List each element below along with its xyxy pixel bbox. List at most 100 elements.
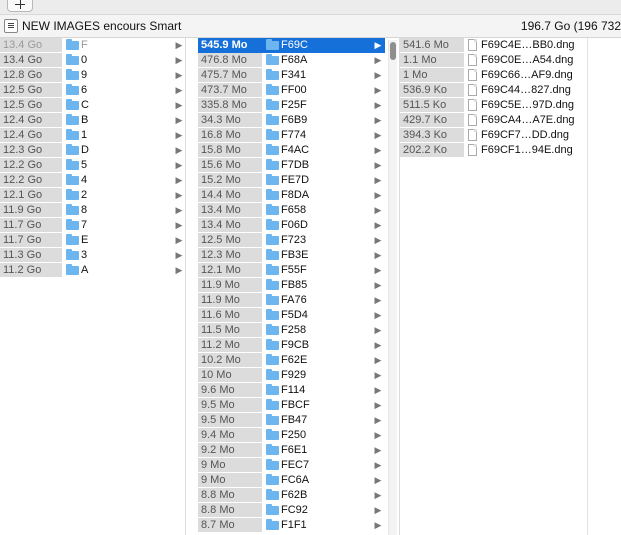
folder-row[interactable]: 11.9 Go 8 ▶ [0, 203, 185, 218]
item-name: 0 [81, 54, 88, 66]
chevron-right-icon: ▶ [374, 430, 382, 440]
folder-row[interactable]: 12.5 Go 6 ▶ [0, 83, 185, 98]
file-row[interactable]: 541.6 Mo F69C4E…BB0.dng [400, 38, 587, 53]
file-row[interactable]: 511.5 Ko F69C5E…97D.dng [400, 98, 587, 113]
folder-row[interactable]: 13.4 Mo F658 ▶ [198, 203, 385, 218]
folder-row[interactable]: 473.7 Mo FF00 ▶ [198, 83, 385, 98]
size-label: 8.8 Mo [198, 503, 262, 517]
folder-row[interactable]: 11.7 Go 7 ▶ [0, 218, 185, 233]
folder-row[interactable]: 34.3 Mo F6B9 ▶ [198, 113, 385, 128]
folder-row[interactable]: 12.5 Go C ▶ [0, 98, 185, 113]
folder-row[interactable]: 12.8 Go 9 ▶ [0, 68, 185, 83]
folder-row[interactable]: 10.2 Mo F62E ▶ [198, 353, 385, 368]
folder-row[interactable]: 335.8 Mo F25F ▶ [198, 98, 385, 113]
chevron-right-icon: ▶ [374, 295, 382, 305]
folder-row[interactable]: 11.5 Mo F258 ▶ [198, 323, 385, 338]
folder-icon [266, 264, 279, 275]
size-label: 9.2 Mo [198, 443, 262, 457]
folder-row[interactable]: 13.4 Go 0 ▶ [0, 53, 185, 68]
size-label: 11.9 Go [0, 203, 62, 217]
item-name: FB3E [281, 249, 309, 261]
file-row[interactable]: 1 Mo F69C66…AF9.dng [400, 68, 587, 83]
folder-row[interactable]: 9.5 Mo FBCF ▶ [198, 398, 385, 413]
folder-row[interactable]: 12.2 Go 5 ▶ [0, 158, 185, 173]
size-label: 476.8 Mo [198, 53, 262, 67]
column-2[interactable]: 545.9 Mo F69C ▶ 476.8 Mo F68A ▶ 475.7 Mo F341 ▶ 4… [198, 38, 385, 535]
folder-icon [266, 414, 279, 425]
size-label: 12.1 Mo [198, 263, 262, 277]
folder-row[interactable]: 15.6 Mo F7DB ▶ [198, 158, 385, 173]
folder-row[interactable]: 12.4 Go B ▶ [0, 113, 185, 128]
folder-row[interactable]: 12.1 Mo F55F ▶ [198, 263, 385, 278]
size-label: 12.1 Go [0, 188, 62, 202]
chevron-right-icon: ▶ [374, 175, 382, 185]
folder-row[interactable]: 13.4 Go F ▶ [0, 38, 185, 53]
folder-row[interactable]: 8.8 Mo F62B ▶ [198, 488, 385, 503]
chevron-right-icon: ▶ [374, 280, 382, 290]
folder-row[interactable]: 476.8 Mo F68A ▶ [198, 53, 385, 68]
chevron-right-icon: ▶ [175, 55, 183, 65]
folder-icon [66, 39, 79, 50]
folder-row[interactable]: 545.9 Mo F69C ▶ [198, 38, 385, 53]
size-label: 13.4 Go [0, 53, 62, 67]
file-name: F69C0E…A54.dng [481, 54, 574, 66]
chevron-right-icon: ▶ [374, 100, 382, 110]
file-row[interactable]: 429.7 Ko F69CA4…A7E.dng [400, 113, 587, 128]
folder-row[interactable]: 11.9 Mo FA76 ▶ [198, 293, 385, 308]
folder-row[interactable]: 9.5 Mo FB47 ▶ [198, 413, 385, 428]
column-3[interactable]: 541.6 Mo F69C4E…BB0.dng 1.1 Mo F69C0E…A54.d… [399, 38, 587, 535]
folder-row[interactable]: 12.5 Mo F723 ▶ [198, 233, 385, 248]
folder-row[interactable]: 8.8 Mo FC92 ▶ [198, 503, 385, 518]
item-name: FB47 [281, 414, 308, 426]
column-1[interactable]: 13.4 Go F ▶ 13.4 Go 0 ▶ 12.8 Go 9 ▶ 12.5 Go 6 ▶ 12.5… [0, 38, 186, 535]
item-name: F341 [281, 69, 307, 81]
folder-icon [266, 69, 279, 80]
folder-row[interactable]: 11.7 Go E ▶ [0, 233, 185, 248]
folder-row[interactable]: 12.3 Go D ▶ [0, 143, 185, 158]
folder-icon [66, 69, 79, 80]
folder-row[interactable]: 11.2 Mo F9CB ▶ [198, 338, 385, 353]
item-name: F [81, 39, 88, 51]
folder-row[interactable]: 12.3 Mo FB3E ▶ [198, 248, 385, 263]
folder-row[interactable]: 14.4 Mo F8DA ▶ [198, 188, 385, 203]
file-row[interactable]: 202.2 Ko F69CF1…94E.dng [400, 143, 587, 158]
folder-icon [266, 129, 279, 140]
folder-row[interactable]: 13.4 Mo F06D ▶ [198, 218, 385, 233]
item-name: F8DA [281, 189, 310, 201]
folder-row[interactable]: 9.2 Mo F6E1 ▶ [198, 443, 385, 458]
size-label: 12.2 Go [0, 173, 62, 187]
folder-row[interactable]: 12.2 Go 4 ▶ [0, 173, 185, 188]
folder-row[interactable]: 12.4 Go 1 ▶ [0, 128, 185, 143]
file-row[interactable]: 536.9 Ko F69C44…827.dng [400, 83, 587, 98]
folder-icon [266, 39, 279, 50]
document-icon [468, 69, 477, 81]
folder-row[interactable]: 10 Mo F929 ▶ [198, 368, 385, 383]
add-button[interactable] [7, 0, 33, 12]
folder-row[interactable]: 11.2 Go A ▶ [0, 263, 185, 278]
folder-row[interactable]: 11.3 Go 3 ▶ [0, 248, 185, 263]
scrollbar-thumb[interactable] [390, 42, 396, 60]
folder-row[interactable]: 9 Mo FC6A ▶ [198, 473, 385, 488]
folder-row[interactable]: 11.9 Mo FB85 ▶ [198, 278, 385, 293]
folder-row[interactable]: 15.2 Mo FE7D ▶ [198, 173, 385, 188]
document-icon [468, 39, 477, 51]
file-row[interactable]: 394.3 Ko F69CF7…DD.dng [400, 128, 587, 143]
folder-row[interactable]: 475.7 Mo F341 ▶ [198, 68, 385, 83]
list-view-icon[interactable] [4, 19, 18, 33]
column-2-scrollbar[interactable] [388, 40, 397, 535]
chevron-right-icon: ▶ [175, 70, 183, 80]
folder-row[interactable]: 9.6 Mo F114 ▶ [198, 383, 385, 398]
folder-icon [266, 54, 279, 65]
folder-row[interactable]: 11.6 Mo F5D4 ▶ [198, 308, 385, 323]
folder-row[interactable]: 12.1 Go 2 ▶ [0, 188, 185, 203]
file-row[interactable]: 1.1 Mo F69C0E…A54.dng [400, 53, 587, 68]
size-label: 10.2 Mo [198, 353, 262, 367]
folder-row[interactable]: 15.8 Mo F4AC ▶ [198, 143, 385, 158]
document-icon [468, 144, 477, 156]
folder-row[interactable]: 9.4 Mo F250 ▶ [198, 428, 385, 443]
folder-row[interactable]: 8.7 Mo F1F1 ▶ [198, 518, 385, 533]
folder-row[interactable]: 9 Mo FEC7 ▶ [198, 458, 385, 473]
folder-icon [266, 234, 279, 245]
folder-row[interactable]: 16.8 Mo F774 ▶ [198, 128, 385, 143]
file-name: F69C44…827.dng [481, 84, 571, 96]
